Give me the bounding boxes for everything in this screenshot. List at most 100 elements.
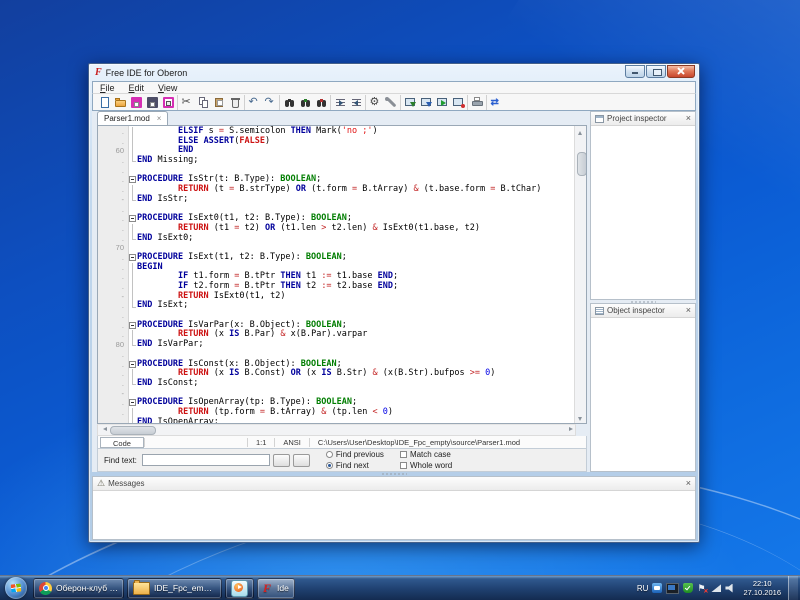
- line-number: .: [98, 175, 128, 185]
- vertical-scrollbar[interactable]: [574, 126, 586, 423]
- radio-checked-icon[interactable]: [326, 462, 333, 469]
- tab-close-icon[interactable]: ×: [157, 115, 162, 123]
- project-inspector-header[interactable]: Project inspector ×: [591, 112, 695, 126]
- code-line[interactable]: -END IsStr;: [98, 195, 574, 205]
- fold-collapse-icon[interactable]: [128, 214, 137, 224]
- run-button[interactable]: [434, 95, 450, 110]
- find-next-button[interactable]: [297, 95, 313, 110]
- taskbar-item-chrome[interactable]: Оберон-клуб «В...: [33, 578, 124, 599]
- code-text: RETURN (t = B.strType) OR (t.form = B.tA…: [137, 185, 541, 195]
- horizontal-scroll-thumb[interactable]: [110, 426, 156, 435]
- tray-volume-icon[interactable]: [725, 584, 736, 593]
- find-previous-button[interactable]: [273, 454, 290, 467]
- code-line[interactable]: .END IsOpenArray;: [98, 418, 574, 423]
- tray-network-icon[interactable]: [711, 584, 721, 592]
- menu-view[interactable]: View: [151, 83, 184, 93]
- line-number: 80: [98, 340, 128, 350]
- scroll-up-icon[interactable]: [575, 126, 586, 136]
- taskbar-item-explorer-folder[interactable]: IDE_Fpc_empty1: [127, 578, 222, 599]
- sync-button[interactable]: [488, 95, 504, 110]
- match-case-checkbox[interactable]: Match case: [400, 450, 452, 459]
- fold-collapse-icon[interactable]: [128, 175, 137, 185]
- maximize-button[interactable]: [646, 65, 666, 78]
- run-output-button[interactable]: [450, 95, 466, 110]
- code-line[interactable]: .END IsExt0;: [98, 234, 574, 244]
- object-inspector-body[interactable]: [591, 318, 695, 471]
- code-line[interactable]: 80END IsVarPar;: [98, 340, 574, 350]
- fold-collapse-icon[interactable]: [128, 398, 137, 408]
- copy-button[interactable]: [195, 95, 211, 110]
- fold-collapse-icon[interactable]: [128, 321, 137, 331]
- horizontal-scrollbar[interactable]: [97, 424, 576, 436]
- scroll-down-icon[interactable]: [575, 413, 586, 423]
- find-input[interactable]: [142, 454, 270, 466]
- tray-shield-icon[interactable]: [683, 583, 693, 593]
- redo-button[interactable]: [262, 95, 278, 110]
- undo-button[interactable]: [246, 95, 262, 110]
- whole-word-checkbox[interactable]: Whole word: [400, 461, 452, 470]
- paste-button[interactable]: [211, 95, 227, 110]
- code-line[interactable]: .PROCEDURE IsExt(t1, t2: B.Type): BOOLEA…: [98, 253, 574, 263]
- code-line[interactable]: .END Missing;: [98, 156, 574, 166]
- find-next-button[interactable]: [293, 454, 310, 467]
- tray-flag-icon[interactable]: [697, 583, 707, 594]
- object-inspector-header[interactable]: Object inspector ×: [591, 304, 695, 318]
- project-inspector-close-icon[interactable]: ×: [686, 114, 691, 123]
- fold-margin: [128, 185, 137, 195]
- status-view-tab[interactable]: Code: [100, 437, 144, 448]
- start-button[interactable]: [5, 577, 27, 599]
- new-file-button[interactable]: [96, 95, 112, 110]
- save-as-button[interactable]: [160, 95, 176, 110]
- tools-button[interactable]: [383, 95, 399, 110]
- code-editor[interactable]: . ELSIF s = S.semicolon THEN Mark('no ;'…: [97, 126, 587, 424]
- fold-collapse-icon[interactable]: [128, 360, 137, 370]
- taskbar-item-media-player[interactable]: [225, 578, 254, 599]
- code-line[interactable]: .END IsConst;: [98, 379, 574, 389]
- project-inspector-body[interactable]: [591, 126, 695, 299]
- find-next-radio[interactable]: Find next: [326, 461, 384, 470]
- minimize-button[interactable]: [625, 65, 645, 78]
- menu-file[interactable]: File: [93, 83, 122, 93]
- scroll-right-icon[interactable]: [565, 425, 575, 434]
- delete-button[interactable]: [227, 95, 243, 110]
- checkbox-icon[interactable]: [400, 451, 407, 458]
- build-button[interactable]: [418, 95, 434, 110]
- close-button[interactable]: [667, 65, 695, 78]
- unindent-button[interactable]: [348, 95, 364, 110]
- find-previous-radio[interactable]: Find previous: [326, 450, 384, 459]
- messages-splitter[interactable]: [92, 472, 696, 476]
- save-all-button[interactable]: [144, 95, 160, 110]
- show-desktop-button[interactable]: [788, 576, 798, 600]
- open-folder-button[interactable]: [112, 95, 128, 110]
- cut-button[interactable]: [179, 95, 195, 110]
- indent-button[interactable]: [332, 95, 348, 110]
- find-button[interactable]: [281, 95, 297, 110]
- messages-body[interactable]: [93, 491, 695, 539]
- menu-edit[interactable]: Edit: [122, 83, 152, 93]
- messages-close-icon[interactable]: ×: [686, 479, 691, 488]
- clock-date: 27.10.2016: [743, 588, 781, 597]
- object-inspector-close-icon[interactable]: ×: [686, 306, 691, 315]
- settings-button[interactable]: [367, 95, 383, 110]
- print-button[interactable]: [469, 95, 485, 110]
- tray-display-icon[interactable]: [666, 583, 679, 594]
- checkbox-icon[interactable]: [400, 462, 407, 469]
- scroll-left-icon[interactable]: [98, 425, 108, 434]
- radio-icon[interactable]: [326, 451, 333, 458]
- inspector-splitter[interactable]: [590, 300, 696, 303]
- save-button[interactable]: [128, 95, 144, 110]
- fold-collapse-icon[interactable]: [128, 253, 137, 263]
- fold-margin: [128, 408, 137, 418]
- code-line[interactable]: .END IsExt;: [98, 301, 574, 311]
- tab-parser1-mod[interactable]: Parser1.mod ×: [97, 111, 168, 125]
- vertical-scroll-thumb[interactable]: [577, 152, 587, 176]
- taskbar-item-free-ide[interactable]: FIde: [257, 578, 295, 599]
- title-bar[interactable]: F Free IDE for Oberon: [89, 64, 699, 81]
- tray-app-icon[interactable]: [652, 583, 662, 593]
- find-previous-button[interactable]: [313, 95, 329, 110]
- compile-button[interactable]: [402, 95, 418, 110]
- messages-header[interactable]: ⚠ Messages ×: [93, 477, 695, 491]
- language-indicator[interactable]: RU: [637, 584, 649, 593]
- taskbar-clock[interactable]: 22:10 27.10.2016: [743, 579, 781, 597]
- code-area[interactable]: . ELSIF s = S.semicolon THEN Mark('no ;'…: [98, 126, 574, 423]
